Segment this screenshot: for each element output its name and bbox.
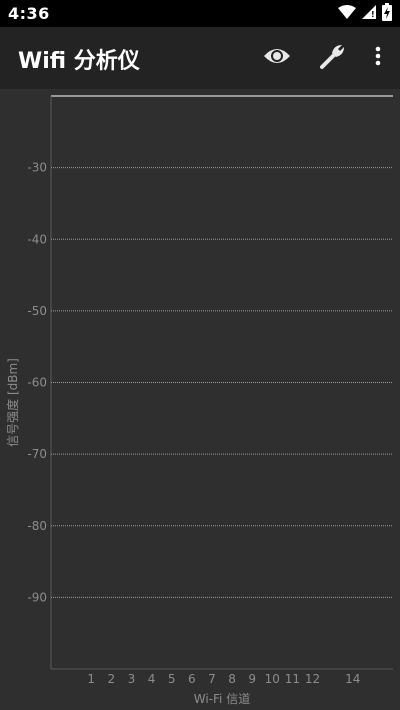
status-icons: ! xyxy=(338,2,392,25)
x-tick-label: 8 xyxy=(228,672,236,686)
y-tick-label: -50 xyxy=(27,304,47,318)
x-tick-label: 9 xyxy=(248,672,256,686)
x-tick-label: 12 xyxy=(305,672,320,686)
status-bar: 4:36 ! xyxy=(0,0,400,27)
x-tick-labels: 1 2 3 4 5 6 7 8 9 10 11 12 14 xyxy=(87,672,360,686)
x-tick-label: 6 xyxy=(188,672,196,686)
x-tick-label: 7 xyxy=(208,672,216,686)
x-axis-title: Wi-Fi 信道 xyxy=(194,692,250,706)
chart-canvas: -30-40-50-60-70-80-90 1 2 3 4 5 6 7 8 9 10 11 12 14 … xyxy=(5,95,393,706)
cellular-signal-icon: ! xyxy=(362,4,376,23)
x-tick-label: 5 xyxy=(168,672,176,686)
x-tick-label: 14 xyxy=(345,672,360,686)
wifi-icon xyxy=(338,4,356,23)
settings-button[interactable] xyxy=(316,41,350,75)
y-tick-label: -60 xyxy=(27,376,47,390)
y-tick-label: -30 xyxy=(27,161,47,175)
y-tick-labels: -30 -40 -50 -60 -70 -80 -90 xyxy=(27,161,47,605)
eye-button[interactable] xyxy=(260,41,294,75)
x-tick-label: 3 xyxy=(128,672,136,686)
y-axis-title: 信号强度 [dBm] xyxy=(5,358,20,447)
eye-icon xyxy=(263,46,291,70)
more-options-button[interactable] xyxy=(366,41,390,75)
y-gridlines xyxy=(51,167,393,598)
y-tick-label: -40 xyxy=(27,232,47,246)
x-tick-label: 10 xyxy=(265,672,280,686)
wrench-icon xyxy=(318,41,348,75)
x-tick-label: 2 xyxy=(108,672,116,686)
y-tick-label: -70 xyxy=(27,447,47,461)
more-vert-icon xyxy=(375,46,381,70)
battery-charging-icon xyxy=(382,2,392,25)
x-tick-label: 4 xyxy=(148,672,156,686)
svg-text:!: ! xyxy=(371,10,375,19)
x-tick-label: 11 xyxy=(285,672,300,686)
status-time: 4:36 xyxy=(8,4,50,23)
app-title: Wifi 分析仪 xyxy=(18,49,140,74)
x-tick-label: 1 xyxy=(87,672,95,686)
app-bar: Wifi 分析仪 xyxy=(0,27,400,89)
signal-chart[interactable]: -30 -40 -50 -60 -70 -80 -90 1 2 3 4 5 6 7 8 9 10 11 12 14 … xyxy=(0,89,400,710)
y-tick-label: -90 xyxy=(27,590,47,604)
y-tick-label: -80 xyxy=(27,519,47,533)
